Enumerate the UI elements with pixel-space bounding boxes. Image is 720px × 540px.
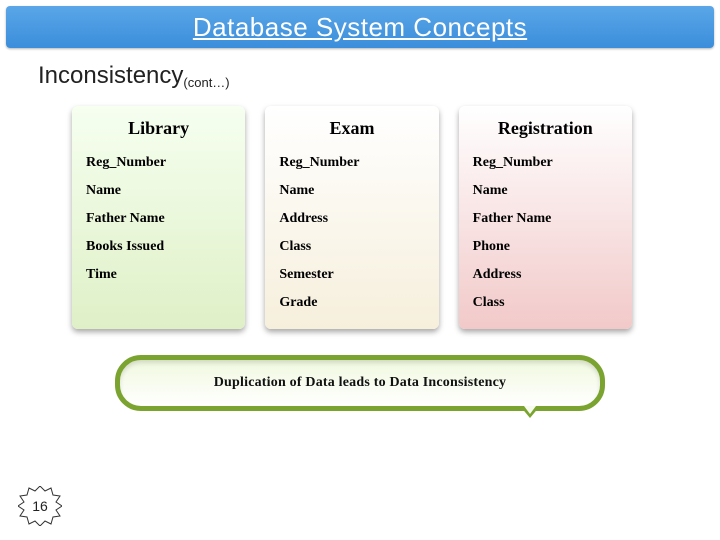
table-row: Books Issued: [84, 233, 233, 261]
page-number: 16: [32, 498, 48, 514]
table-row: Reg_Number: [471, 149, 620, 177]
table-row: Reg_Number: [277, 149, 426, 177]
tables-row: Library Reg_Number Name Father Name Book…: [72, 106, 632, 329]
slide-subtitle: Inconsistency(cont…): [38, 62, 720, 90]
table-row: Name: [277, 177, 426, 205]
table-library-title: Library: [84, 114, 233, 149]
subtitle-suffix: (cont…): [183, 75, 229, 90]
table-exam-title: Exam: [277, 114, 426, 149]
table-row: Name: [84, 177, 233, 205]
callout-text: Duplication of Data leads to Data Incons…: [214, 375, 507, 391]
table-row: Father Name: [84, 205, 233, 233]
table-row: Phone: [471, 233, 620, 261]
table-exam: Exam Reg_Number Name Address Class Semes…: [265, 106, 438, 329]
table-row: Semester: [277, 261, 426, 289]
table-row: Class: [471, 289, 620, 317]
table-row: Time: [84, 261, 233, 289]
table-row: Grade: [277, 289, 426, 317]
title-bar: Database System Concepts: [6, 6, 714, 48]
table-registration: Registration Reg_Number Name Father Name…: [459, 106, 632, 329]
page-number-badge: 16: [18, 486, 62, 526]
table-registration-title: Registration: [471, 114, 620, 149]
callout-pointer-icon: [520, 406, 540, 418]
table-row: Class: [277, 233, 426, 261]
subtitle-main: Inconsistency: [38, 62, 183, 89]
callout: Duplication of Data leads to Data Incons…: [115, 355, 605, 411]
table-row: Father Name: [471, 205, 620, 233]
table-library: Library Reg_Number Name Father Name Book…: [72, 106, 245, 329]
page-title: Database System Concepts: [193, 12, 527, 43]
table-row: Address: [471, 261, 620, 289]
table-row: Name: [471, 177, 620, 205]
table-row: Reg_Number: [84, 149, 233, 177]
table-row: Address: [277, 205, 426, 233]
